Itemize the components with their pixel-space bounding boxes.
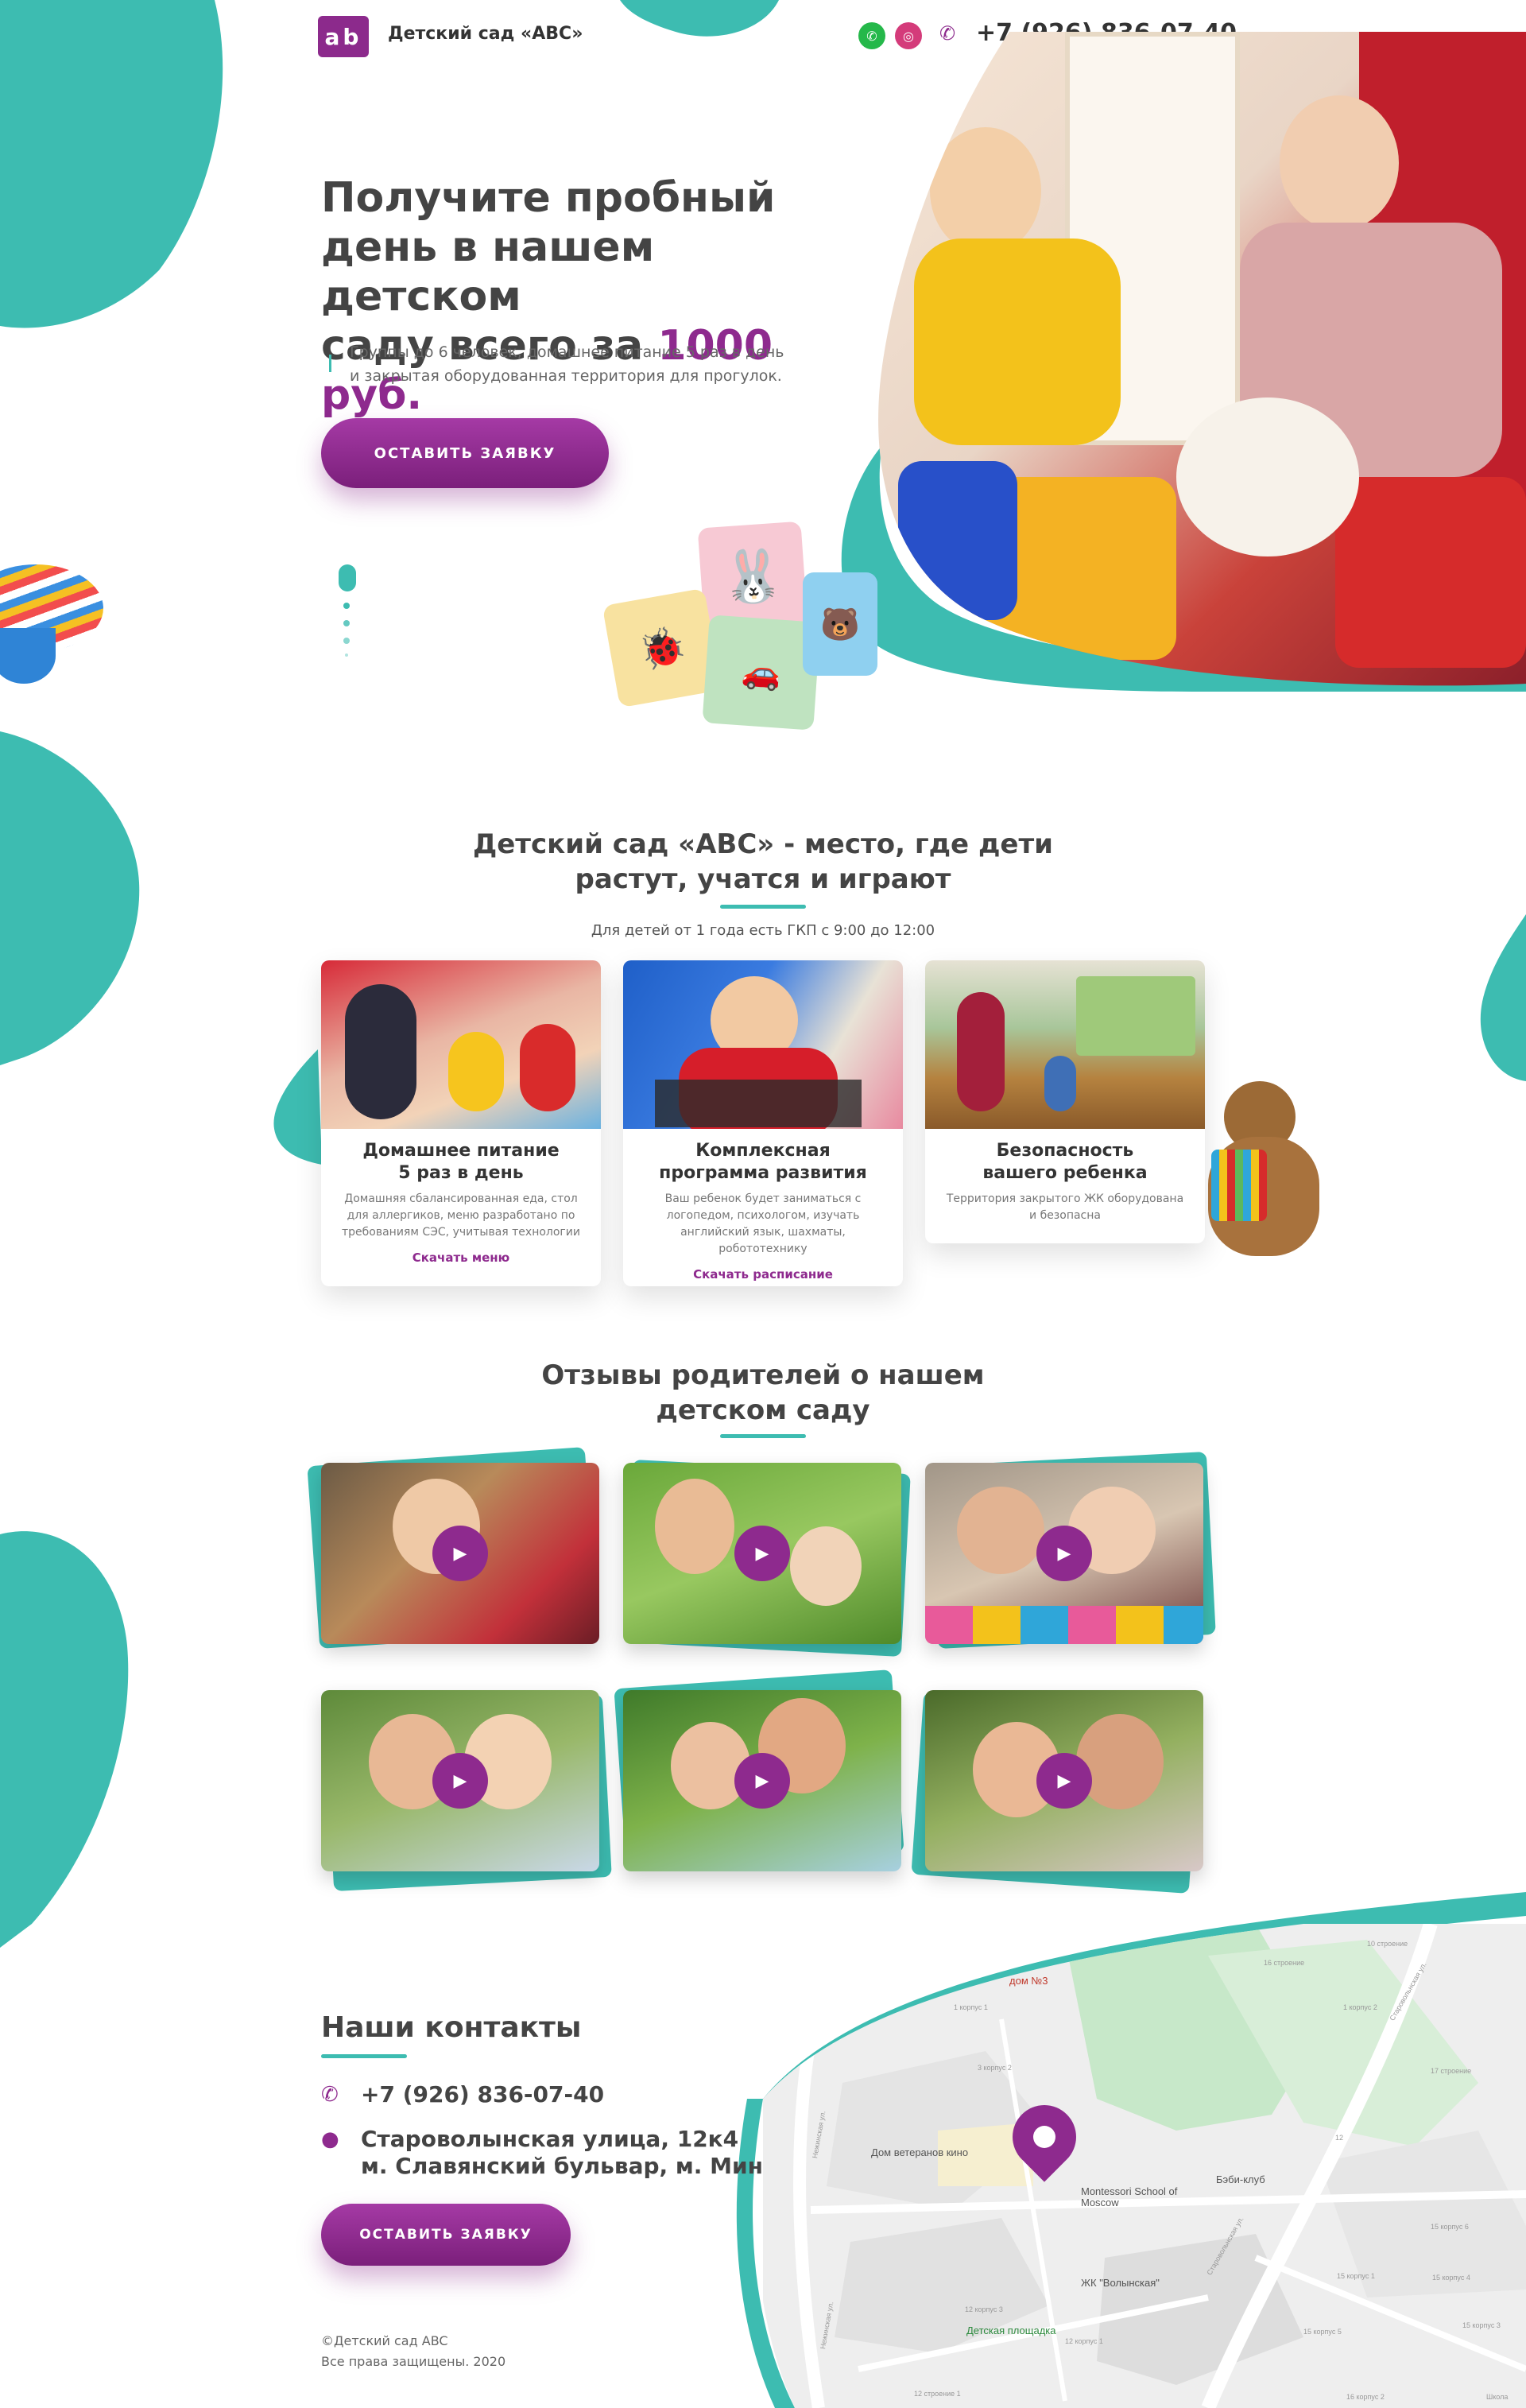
map-building-label: 1 корпус 2 [1343, 2003, 1377, 2011]
map-marker-dot [1033, 2126, 1055, 2148]
whatsapp-icon[interactable]: ✆ [858, 22, 885, 49]
map-building-label: 16 строение [1264, 1959, 1305, 1967]
play-icon[interactable]: ▶ [432, 1526, 488, 1581]
copyright: ©Детский сад ABC Все права защищены. 202… [321, 2333, 506, 2369]
phone-icon: ✆ [939, 22, 956, 45]
toy-blocks-image: 🐰 🐞 🚗 🐻 [602, 521, 881, 731]
about-title-underline [720, 905, 806, 909]
location-pin-icon: ● [321, 2127, 339, 2151]
map-label: Montessori School of Moscow [1081, 2185, 1178, 2208]
map-label: Школа [1486, 2393, 1509, 2401]
map-building-label: 10 строение [1367, 1940, 1408, 1948]
hero-subtitle: Группы до 6 человек, домашнее питание 5 … [350, 343, 784, 385]
contacts-address: Староволынская улица, 12к4 м. Славянский… [361, 2126, 821, 2179]
map-building-label: 16 корпус 2 [1346, 2393, 1385, 2401]
review-video-6[interactable]: ▶ [925, 1690, 1203, 1871]
feature-card-safety-photo [925, 960, 1205, 1129]
feature-card-text: Домашняя сбалансированная еда, стол для … [341, 1192, 580, 1239]
map-building-label: 15 корпус 1 [1337, 2272, 1375, 2280]
review-video-2[interactable]: ▶ [623, 1463, 901, 1644]
map-label: Детская площадка [966, 2325, 1056, 2336]
play-icon[interactable]: ▶ [432, 1753, 488, 1809]
about-title: Детский сад «ABC» - место, где дети раст… [472, 828, 1054, 895]
phone-icon: ✆ [321, 2083, 339, 2107]
scroll-dot [343, 603, 350, 609]
map-building-label: 12 строение 1 [914, 2390, 961, 2398]
map-building-label: 17 строение [1431, 2067, 1472, 2075]
map-building-label: 12 корпус 3 [965, 2305, 1003, 2313]
map-building-label: 12 корпус 1 [1065, 2337, 1103, 2345]
play-icon[interactable]: ▶ [1036, 1753, 1092, 1809]
feature-card-title: Комплексная программа развития [659, 1141, 867, 1183]
map-building-label: 12 [1335, 2134, 1344, 2142]
feature-card-food: Домашнее питание 5 раз в день Домашняя с… [321, 960, 601, 1286]
feature-card-title: Домашнее питание 5 раз в день [362, 1141, 560, 1183]
map-building-label: 15 корпус 5 [1303, 2328, 1342, 2336]
about-subtitle: Для детей от 1 года есть ГКП с 9:00 до 1… [591, 922, 935, 939]
scroll-dot [345, 653, 348, 657]
play-icon[interactable]: ▶ [734, 1526, 790, 1581]
feature-card-program: Комплексная программа развития Ваш ребен… [623, 960, 903, 1286]
contacts-phone[interactable]: +7 (926) 836-07-40 [361, 2081, 604, 2108]
play-icon[interactable]: ▶ [734, 1753, 790, 1809]
feature-card-food-photo [321, 960, 601, 1129]
spinning-top-toy [0, 549, 103, 692]
hero-subtitle-bar [329, 355, 331, 372]
site-name: Детский сад «ABC» [388, 24, 583, 44]
play-icon[interactable]: ▶ [1036, 1526, 1092, 1581]
teddy-bear-image [1200, 1073, 1335, 1264]
scroll-dot [343, 620, 350, 626]
instagram-icon[interactable]: ◎ [895, 22, 922, 49]
download-menu-link[interactable]: Скачать меню [321, 1251, 601, 1265]
map-label: дом №3 [1009, 1975, 1048, 1987]
hero-photo [866, 32, 1526, 692]
reviews-title: Отзывы родителей о нашем детском саду [541, 1359, 985, 1426]
feature-card-text: Территория закрытого ЖК оборудована и бе… [946, 1192, 1184, 1222]
contacts-title: Наши контакты [321, 2011, 582, 2044]
map-building-label: 15 корпус 3 [1462, 2321, 1501, 2329]
feature-card-program-photo [623, 960, 903, 1129]
hero-cta-button[interactable]: ОСТАВИТЬ ЗАЯВКУ [321, 418, 609, 488]
scroll-mouse-icon[interactable] [339, 564, 356, 591]
map-building-label: 15 корпус 6 [1431, 2223, 1469, 2231]
download-schedule-link[interactable]: Скачать расписание [623, 1267, 903, 1282]
review-video-4[interactable]: ▶ [321, 1690, 599, 1871]
map-label: ЖК "Волынская" [1081, 2277, 1160, 2289]
review-video-5[interactable]: ▶ [623, 1690, 901, 1871]
contacts-title-underline [321, 2054, 407, 2058]
map-building-label: 1 корпус 1 [954, 2003, 988, 2011]
map-label: Дом ветеранов кино [871, 2146, 969, 2158]
map-building-label: 3 корпус 2 [978, 2064, 1012, 2072]
logo[interactable]: ab [318, 16, 369, 57]
reviews-title-underline [720, 1434, 806, 1438]
feature-card-safety: Безопасность вашего ребенка Территория з… [925, 960, 1205, 1243]
map-building-label: 15 корпус 4 [1432, 2274, 1470, 2282]
feature-card-title: Безопасность вашего ребенка [982, 1141, 1148, 1183]
scroll-dot [343, 638, 350, 644]
feature-card-text: Ваш ребенок будет заниматься с логопедом… [664, 1192, 862, 1255]
map-label: Бэби-клуб [1216, 2173, 1265, 2185]
review-video-3[interactable]: ▶ [925, 1463, 1203, 1644]
contacts-cta-button[interactable]: ОСТАВИТЬ ЗАЯВКУ [321, 2204, 571, 2266]
review-video-1[interactable]: ▶ [321, 1463, 599, 1644]
